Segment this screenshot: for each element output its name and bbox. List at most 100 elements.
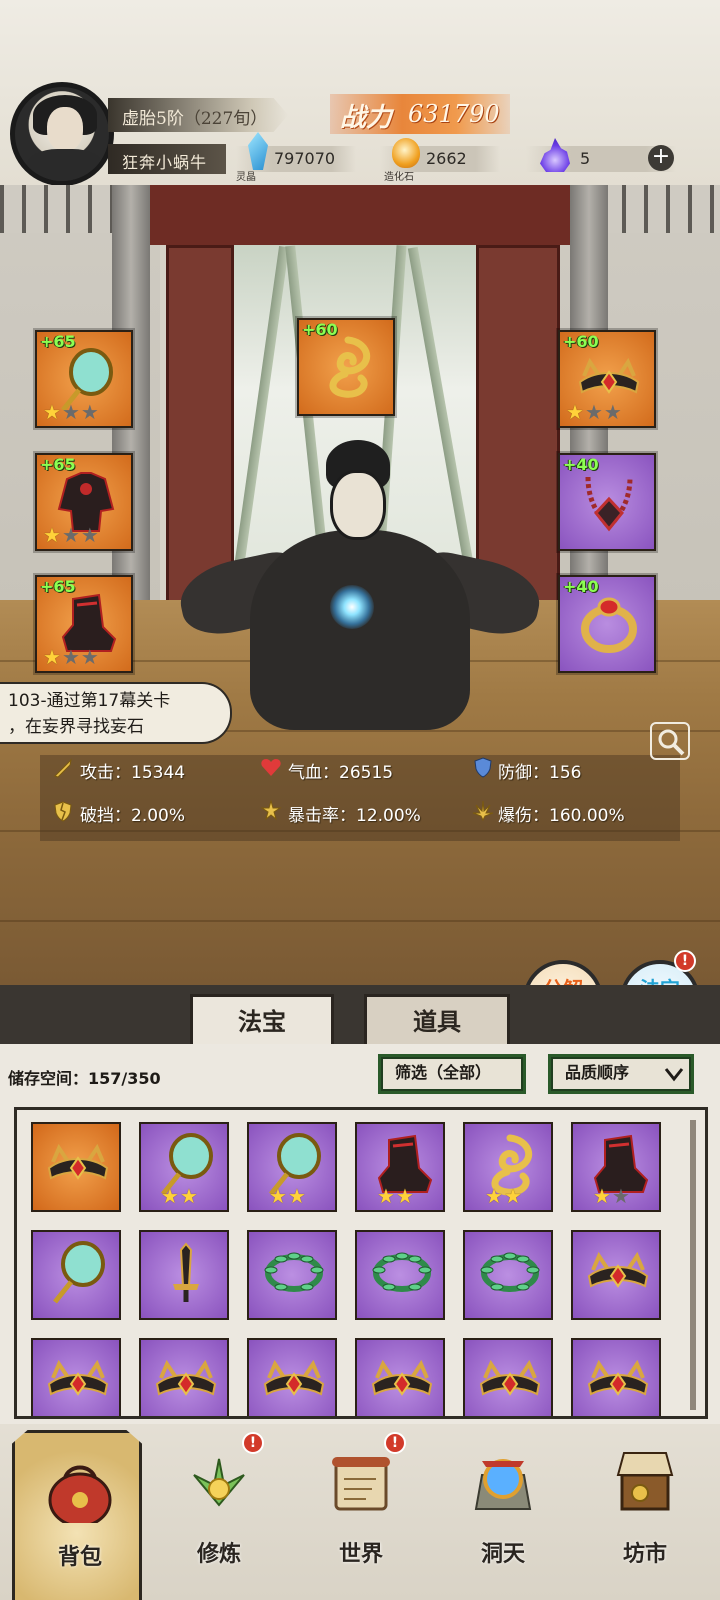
nav-label: 修炼: [196, 1541, 241, 1567]
star-rating: ★★: [377, 1184, 415, 1208]
stat-attack: 攻击：15344: [80, 763, 186, 783]
portal-icon: [474, 1459, 532, 1510]
inventory-item[interactable]: ★★: [139, 1122, 229, 1212]
equip-slot-boots[interactable]: +65 ★★★: [35, 575, 133, 673]
crystal-amount: 797070: [274, 149, 336, 168]
star-rating: ★★: [161, 1184, 199, 1208]
inventory-grid: ★★ ★★ ★★ ★★ ★★: [14, 1107, 708, 1419]
scroll-icon: [332, 1457, 390, 1511]
leaf-wreath-icon: [480, 1252, 540, 1292]
crown-icon: [587, 1251, 649, 1288]
star-rating: ★★★: [43, 523, 100, 547]
alert-icon: !: [242, 1432, 264, 1454]
broken-shield-icon: [54, 801, 72, 822]
inventory-item[interactable]: [31, 1338, 121, 1416]
player-avatar[interactable]: [10, 82, 114, 186]
quest-line-2: ，在妄界寻找妄石: [8, 717, 144, 737]
nav-market[interactable]: 坊市: [580, 1430, 710, 1600]
flame-amount: 5: [580, 149, 591, 168]
nav-label: 坊市: [622, 1541, 667, 1567]
star-rating: ★★: [593, 1184, 631, 1208]
player-nickname: 狂奔小蜗牛: [122, 153, 208, 172]
inventory-item[interactable]: [463, 1338, 553, 1416]
stat-crit-damage: 爆伤：160.00%: [498, 806, 625, 826]
golden-dragon-icon: [329, 336, 371, 398]
inventory-item[interactable]: [31, 1122, 121, 1212]
magnifier-icon: [658, 729, 685, 756]
chevron-down-icon: [664, 1068, 684, 1082]
tab-items[interactable]: 道具: [364, 994, 510, 1046]
star-rating: ★★: [485, 1184, 523, 1208]
inventory-item[interactable]: ★★: [463, 1122, 553, 1212]
power-label: 战力: [340, 103, 393, 133]
shield-icon: [474, 757, 492, 778]
crown-icon: [371, 1359, 433, 1396]
heart-icon: [261, 759, 281, 776]
sword-icon: [173, 1242, 199, 1302]
crystal-caption: 灵晶: [236, 172, 256, 183]
stone-amount: 2662: [426, 149, 467, 168]
crown-icon: [47, 1143, 109, 1180]
equip-slot-necklace[interactable]: +40: [558, 453, 656, 551]
realm-label: 虚胎5阶（227旬）: [122, 109, 268, 129]
inspect-button[interactable]: [650, 722, 690, 760]
sword-icon: [54, 758, 72, 778]
inventory-item[interactable]: [463, 1230, 553, 1320]
nav-portal[interactable]: 洞天: [438, 1430, 568, 1600]
cultivator-character: [174, 440, 546, 740]
power-value: 631790: [408, 100, 500, 128]
star-rating: ★★: [269, 1184, 307, 1208]
inventory-item[interactable]: [247, 1338, 337, 1416]
inventory-item[interactable]: [247, 1230, 337, 1320]
nav-lotus[interactable]: 修炼!: [154, 1430, 284, 1600]
inventory-item[interactable]: ★★: [355, 1122, 445, 1212]
inventory-scrollbar[interactable]: [690, 1120, 696, 1410]
filter-button[interactable]: 筛选（全部）: [378, 1054, 526, 1094]
inventory-item[interactable]: [571, 1338, 661, 1416]
equip-slot-talisman[interactable]: +60: [297, 318, 395, 416]
nav-scroll[interactable]: 世界!: [296, 1430, 426, 1600]
stat-hp: 气血：26515: [288, 763, 394, 783]
crit-damage-icon: [472, 800, 494, 821]
quest-banner[interactable]: 103-通过第17幕关卡 ，在妄界寻找妄石: [0, 682, 232, 744]
sort-dropdown[interactable]: 品质顺序: [548, 1054, 694, 1094]
tabs-bar: [0, 985, 720, 1045]
star-rating: ★★★: [566, 400, 623, 424]
crit-rate-icon: [260, 799, 282, 821]
nav-label: 洞天: [480, 1541, 525, 1567]
nav-bag[interactable]: 背包: [12, 1430, 142, 1600]
jade-fan-icon: [53, 1241, 105, 1304]
stat-crit-rate: 暴击率：12.00%: [288, 806, 421, 826]
equip-slot-ring[interactable]: +40: [558, 575, 656, 673]
bag-icon: [48, 1465, 112, 1523]
leaf-wreath-icon: [372, 1252, 432, 1292]
stat-defense: 防御：156: [498, 763, 582, 783]
spirit-orb-icon: [330, 585, 374, 629]
crown-icon: [587, 1359, 649, 1396]
necklace-icon: [585, 476, 633, 532]
tab-treasure[interactable]: 法宝: [190, 994, 334, 1046]
crown-icon: [47, 1359, 109, 1396]
equip-slot-fan[interactable]: +65 ★★★: [35, 330, 133, 428]
inventory-item[interactable]: [139, 1230, 229, 1320]
inventory-item[interactable]: [355, 1230, 445, 1320]
alert-icon: !: [674, 950, 696, 972]
add-resource-button[interactable]: +: [648, 145, 674, 171]
inventory-item[interactable]: [571, 1230, 661, 1320]
market-icon: [616, 1452, 674, 1511]
crown-icon: [263, 1359, 325, 1396]
crown-icon: [155, 1359, 217, 1396]
lotus-icon: [193, 1458, 245, 1507]
alert-icon: !: [384, 1432, 406, 1454]
ring-icon: [581, 597, 637, 653]
star-rating: ★★★: [43, 400, 100, 424]
inventory-item[interactable]: [139, 1338, 229, 1416]
nav-label: 世界: [338, 1541, 383, 1567]
inventory-item[interactable]: [31, 1230, 121, 1320]
inventory-item[interactable]: ★★: [247, 1122, 337, 1212]
inventory-item[interactable]: [355, 1338, 445, 1416]
equip-slot-crown[interactable]: +60 ★★★: [558, 330, 656, 428]
equip-slot-robe[interactable]: +65 ★★★: [35, 453, 133, 551]
crown-icon: [479, 1359, 541, 1396]
inventory-item[interactable]: ★★: [571, 1122, 661, 1212]
